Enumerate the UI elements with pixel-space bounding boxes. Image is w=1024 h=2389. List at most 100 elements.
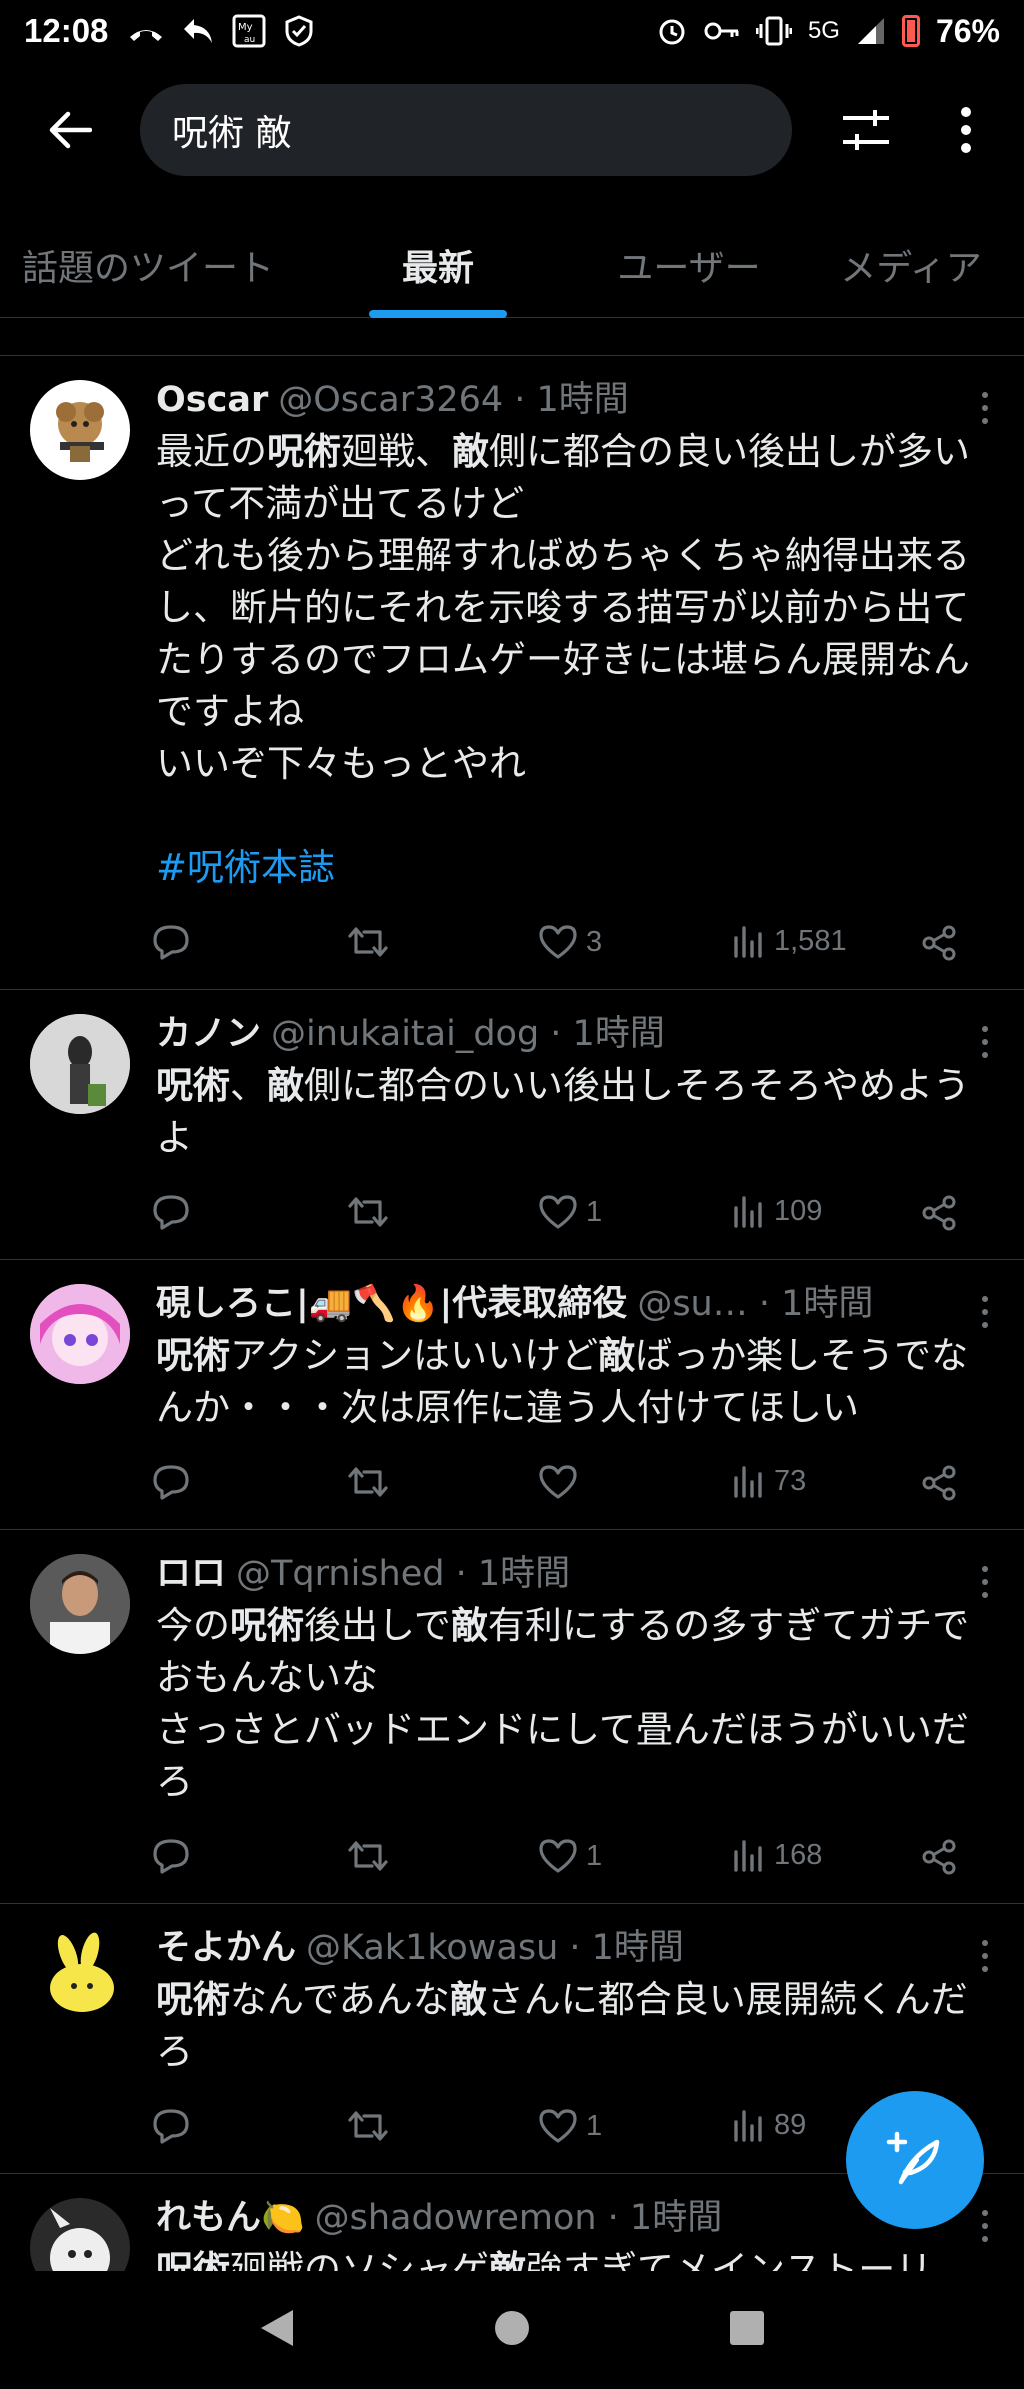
tweet-feed[interactable]: Oscar @Oscar3264 · 1時間 最近の呪術廻戦、敵側に都合の良い後… [0,356,1024,2271]
reply-button[interactable] [152,2108,190,2144]
like-button[interactable]: 3 [538,924,602,960]
like-button[interactable]: 1 [538,1838,602,1874]
tweet-menu-button[interactable] [982,1566,990,1605]
like-count: 3 [586,925,603,958]
tweet-actions: 1 168 [152,1808,1000,1904]
share-button[interactable] [920,1464,958,1502]
views-button[interactable]: 109 [732,1194,822,1228]
triangle-back-icon [261,2310,293,2346]
share-button[interactable] [920,1838,958,1876]
retweet-icon [346,1838,390,1874]
reply-button[interactable] [152,1464,190,1500]
reply-icon [152,1464,190,1500]
author-handle-time: @Oscar3264 · 1時間 [278,380,629,420]
author-handle-time: @Tqrnished · 1時間 [236,1554,571,1594]
tweet-menu-button[interactable] [982,1026,990,1065]
compose-tweet-icon [886,2131,940,2185]
heart-icon [538,1838,578,1874]
vibrate-icon [755,15,792,47]
views-button[interactable]: 168 [732,1838,822,1872]
tab-top[interactable]: 話題のツイート [0,212,296,318]
tweet[interactable]: 硯しろこ|🚚🪓🔥|代表取締役 @su… · 1時間 呪術アクションはいいけど敵ば… [0,1260,1024,1530]
reply-icon [182,17,214,45]
views-count: 168 [774,1838,823,1871]
views-button[interactable]: 89 [732,2108,806,2142]
heart-icon [538,1194,578,1230]
my-au-icon: My au [232,14,266,48]
author-handle-time: @su… · 1時間 [637,1284,874,1324]
author-name[interactable]: れもん🍋 [156,2192,305,2244]
like-button[interactable]: 1 [538,2108,602,2144]
retweet-button[interactable] [346,2108,390,2144]
bar-chart-icon [732,1194,766,1228]
tweet-text: 最近の呪術廻戦、敵側に都合の良い後出しが多いって不満が出てるけど どれも後から理… [156,430,970,785]
author-handle-time: @shadowremon · 1時間 [314,2198,723,2238]
tweet-menu-button[interactable] [982,1296,990,1335]
missed-call-icon [128,19,164,43]
tweet-text: 呪術、敵側に都合のいい後出しそろそろやめようよ [156,1064,970,1159]
tweet-menu-button[interactable] [982,392,990,431]
tweet[interactable]: カノン @inukaitai_dog · 1時間 呪術、敵側に都合のいい後出しそ… [0,990,1024,1260]
author-name[interactable]: 硯しろこ|🚚🪓🔥|代表取締役 [156,1278,627,1330]
more-options-button[interactable] [926,70,1006,190]
nav-home-button[interactable] [493,2309,531,2351]
search-tabs: 話題のツイート 最新 ユーザー メディア [0,212,1024,318]
compose-tweet-button[interactable] [846,2091,984,2229]
author-handle-time: @Kak1kowasu · 1時間 [306,1928,684,1968]
key-icon [704,19,740,43]
author-name[interactable]: そよかん [156,1922,296,1974]
author-name[interactable]: ロロ [156,1548,226,1600]
tab-users[interactable]: ユーザー [580,212,798,318]
tab-latest[interactable]: 最新 [296,212,580,318]
avatar[interactable] [30,380,130,480]
avatar[interactable] [30,1014,130,1114]
alarm-icon [656,15,688,47]
retweet-button[interactable] [346,1194,390,1230]
hashtag-link[interactable]: #呪術本誌 [156,842,1000,894]
retweet-button[interactable] [346,1838,390,1874]
square-recents-icon [730,2311,764,2345]
reply-button[interactable] [152,1838,190,1874]
previous-tweet-actions-clipped [0,318,1024,356]
nav-back-button[interactable] [259,2308,295,2352]
avatar[interactable] [30,1284,130,1384]
like-count: 1 [586,1839,603,1872]
heart-icon [538,1464,578,1500]
avatar[interactable] [30,1928,130,2028]
tweet-actions: 1 109 [152,1164,1000,1260]
bar-chart-icon [732,1464,766,1498]
search-filter-button[interactable] [806,70,926,190]
back-button[interactable] [0,70,140,190]
tab-media[interactable]: メディア [798,212,1024,318]
status-time: 12:08 [24,12,109,49]
tweet-menu-button[interactable] [982,2210,990,2249]
tweet[interactable]: ロロ @Tqrnished · 1時間 今の呪術後出しで敵有利にするの多すぎてガ… [0,1530,1024,1904]
share-button[interactable] [920,924,958,962]
heart-icon [538,924,578,960]
bar-chart-icon [732,924,766,958]
retweet-button[interactable] [346,924,390,960]
search-header: 呪術 敵 [0,70,1024,190]
tweet[interactable]: Oscar @Oscar3264 · 1時間 最近の呪術廻戦、敵側に都合の良い後… [0,356,1024,990]
reply-button[interactable] [152,924,190,960]
views-button[interactable]: 73 [732,1464,806,1498]
reply-button[interactable] [152,1194,190,1230]
views-button[interactable]: 1,581 [732,924,847,958]
bar-chart-icon [732,1838,766,1872]
author-name[interactable]: Oscar [156,374,268,426]
avatar[interactable] [30,1554,130,1654]
search-input[interactable]: 呪術 敵 [140,84,792,176]
svg-text:au: au [244,35,255,45]
avatar[interactable] [30,2198,130,2271]
author-name[interactable]: カノン [156,1008,261,1060]
android-navigation-bar [0,2271,1024,2389]
share-icon [920,1194,958,1232]
vertical-dots-icon [961,107,971,153]
retweet-button[interactable] [346,1464,390,1500]
nav-recents-button[interactable] [729,2310,765,2350]
like-button[interactable]: 1 [538,1194,602,1230]
network-type: 5G [807,17,840,44]
like-button[interactable] [538,1464,578,1500]
tweet-menu-button[interactable] [982,1940,990,1979]
share-button[interactable] [920,1194,958,1232]
